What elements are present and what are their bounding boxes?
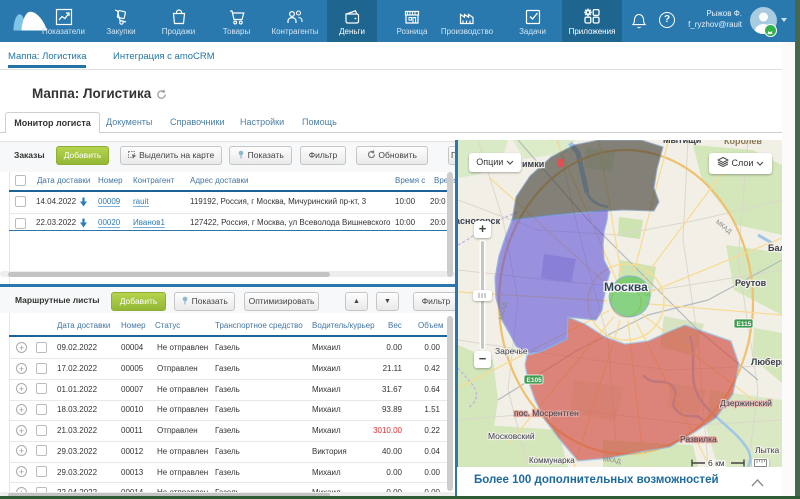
svg-text:пос. Мосрентген: пос. Мосрентген (514, 408, 579, 418)
svg-text:E105: E105 (527, 377, 543, 384)
svg-text:Лытка: Лытка (755, 445, 779, 455)
svg-text:Коммунарка: Коммунарка (529, 456, 575, 465)
svg-text:6 км: 6 км (708, 458, 725, 467)
svg-text:Мытищи: Мытищи (663, 140, 701, 145)
svg-text:Москва: Москва (604, 280, 648, 294)
svg-text:имки: имки (522, 159, 544, 169)
svg-text:Московский: Московский (488, 431, 535, 441)
svg-text:Заречье: Заречье (495, 346, 528, 356)
svg-text:E115: E115 (737, 321, 752, 328)
svg-text:Реутов: Реутов (735, 278, 767, 288)
svg-text:Развилка: Развилка (680, 434, 717, 444)
svg-text:Люберцы: Люберцы (751, 357, 782, 367)
svg-text:Балашиха: Балашиха (768, 243, 782, 253)
svg-text:Дзержинский: Дзержинский (720, 398, 772, 408)
svg-text:Королев: Королев (724, 140, 762, 146)
